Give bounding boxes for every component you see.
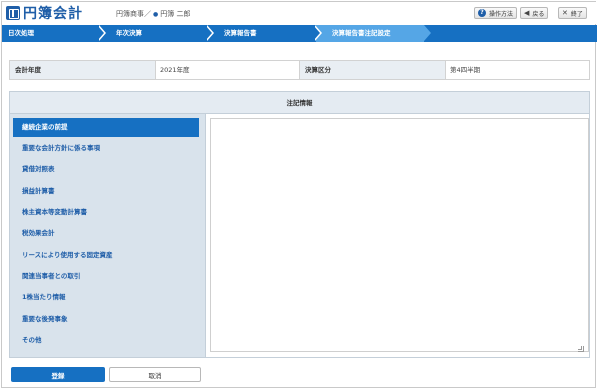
notes-item-income-statement[interactable]: 損益計算書 xyxy=(13,182,199,201)
user-name: 円簿 二郎 xyxy=(160,10,191,18)
breadcrumb-annual-closing[interactable]: 年次決算 xyxy=(116,25,142,42)
fiscal-year-value: 2021年度 xyxy=(156,61,300,79)
notes-textarea[interactable] xyxy=(210,118,589,352)
notes-item-accounting-policies[interactable]: 重要な会計方針に係る事項 xyxy=(13,139,199,158)
user-status-icon: ● xyxy=(153,10,159,18)
exit-button-label: 終了 xyxy=(570,10,583,18)
logo-icon xyxy=(6,6,20,20)
notes-item-tax-effect[interactable]: 税効果会計 xyxy=(13,224,199,243)
breadcrumb-separator-fill xyxy=(97,25,104,41)
breadcrumb-daily[interactable]: 日次処理 xyxy=(8,25,34,42)
user-info: 円簿商事 ／ ● 円簿 二郎 xyxy=(116,9,190,19)
notes-item-subsequent-events[interactable]: 重要な後発事象 xyxy=(13,310,199,329)
notes-item-lease-assets[interactable]: リースにより使用する固定資産 xyxy=(13,246,199,265)
notes-item-balance-sheet[interactable]: 貸借対照表 xyxy=(13,160,199,179)
breadcrumb-separator-fill xyxy=(205,25,212,41)
arrow-left-icon: ◀ xyxy=(524,9,530,17)
fiscal-info-row: 会計年度 2021年度 決算区分 第4四半期 xyxy=(9,60,590,80)
fiscal-year-label: 会計年度 xyxy=(10,61,156,79)
period-value: 第4四半期 xyxy=(446,61,589,79)
close-icon: ✕ xyxy=(562,9,568,17)
resize-grip-icon[interactable] xyxy=(578,346,584,352)
breadcrumb-financial-report[interactable]: 決算報告書 xyxy=(224,25,257,42)
notes-panel-title: 注記情報 xyxy=(10,92,589,114)
notes-item-per-share[interactable]: 1株当たり情報 xyxy=(13,288,199,307)
notes-editor-area xyxy=(205,114,589,357)
back-button-label: 戻る xyxy=(532,10,545,18)
logo-text: 円簿会計 xyxy=(23,6,83,22)
breadcrumb-notes-settings: 決算報告書注記設定 xyxy=(332,29,391,37)
help-button-label: 操作方法 xyxy=(489,10,514,18)
register-button[interactable]: 登録 xyxy=(11,367,105,382)
user-separator: ／ xyxy=(144,10,151,18)
help-button[interactable]: ? 操作方法 xyxy=(474,7,518,19)
app-logo: 円簿会計 xyxy=(6,5,83,22)
app-window: 円簿会計 円簿商事 ／ ● 円簿 二郎 ? 操作方法 ◀ 戻る ✕ 終了 日次処… xyxy=(1,1,597,388)
notes-panel: 注記情報 継続企業の前提 重要な会計方針に係る事項 貸借対照表 損益計算書 株主… xyxy=(9,91,590,358)
notes-item-other[interactable]: その他 xyxy=(13,331,199,350)
notes-item-going-concern[interactable]: 継続企業の前提 xyxy=(13,118,199,137)
notes-sidebar: 継続企業の前提 重要な会計方針に係る事項 貸借対照表 損益計算書 株主資本等変動… xyxy=(13,118,204,356)
back-button[interactable]: ◀ 戻る xyxy=(520,7,549,19)
notes-item-related-party[interactable]: 関連当事者との取引 xyxy=(13,267,199,286)
exit-button[interactable]: ✕ 終了 xyxy=(558,7,587,19)
period-label: 決算区分 xyxy=(300,61,446,79)
question-icon: ? xyxy=(478,9,486,17)
breadcrumb: 日次処理 年次決算 決算報告書 決算報告書注記設定 xyxy=(2,25,597,42)
breadcrumb-separator-fill xyxy=(313,25,320,41)
notes-item-equity-statement[interactable]: 株主資本等変動計算書 xyxy=(13,203,199,222)
breadcrumb-active-arrow xyxy=(424,25,431,41)
cancel-button[interactable]: 取消 xyxy=(109,367,201,382)
company-name: 円簿商事 xyxy=(116,10,144,18)
app-header: 円簿会計 円簿商事 ／ ● 円簿 二郎 ? 操作方法 ◀ 戻る ✕ 終了 xyxy=(2,2,597,24)
